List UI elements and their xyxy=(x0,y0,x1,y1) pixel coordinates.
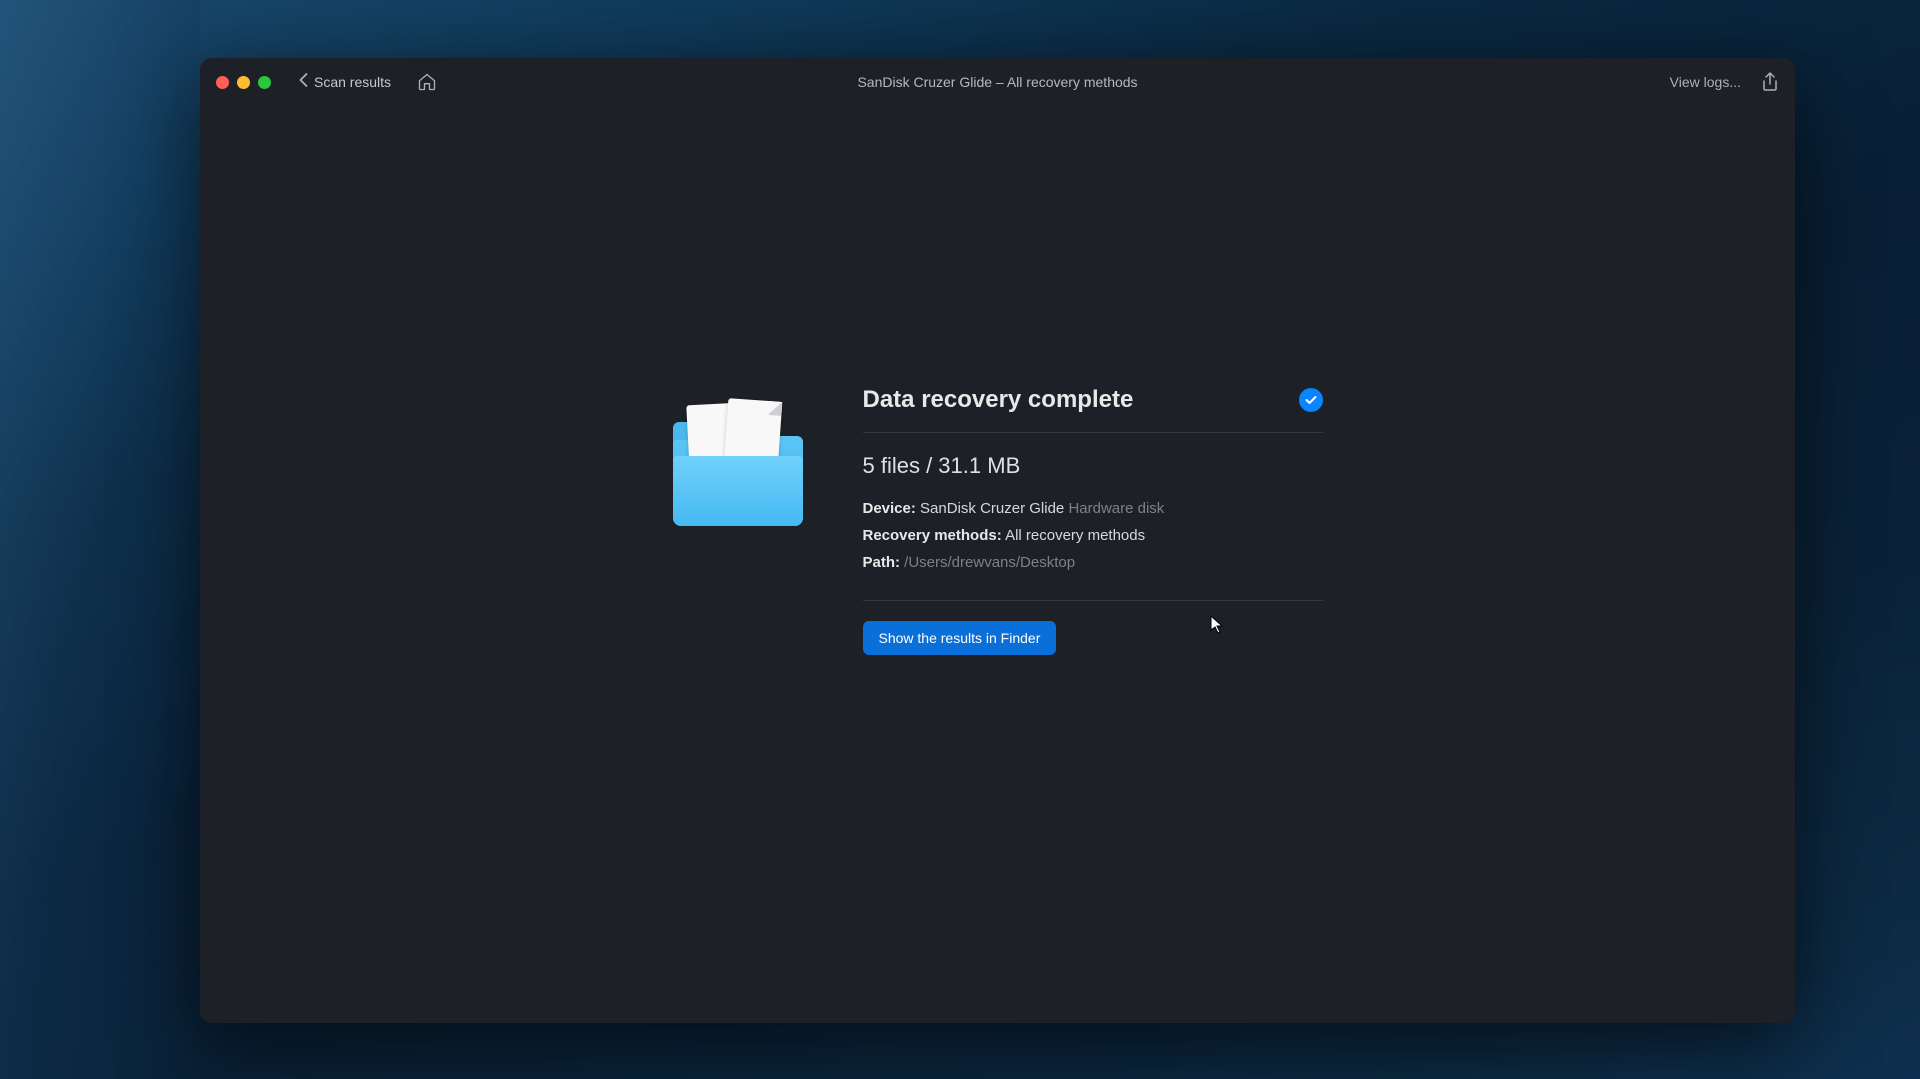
recovery-header: Data recovery complete xyxy=(863,386,1323,433)
path-row: Path: /Users/drewvans/Desktop xyxy=(863,549,1323,576)
share-button[interactable] xyxy=(1761,72,1779,92)
methods-row: Recovery methods: All recovery methods xyxy=(863,522,1323,549)
back-button-label: Scan results xyxy=(314,74,391,90)
title-bar-right: View logs... xyxy=(1670,72,1779,92)
maximize-button[interactable] xyxy=(258,76,271,89)
device-value: SanDisk Cruzer Glide xyxy=(920,500,1064,517)
app-window: Scan results SanDisk Cruzer Glide – All … xyxy=(200,58,1795,1023)
recovery-title: Data recovery complete xyxy=(863,386,1134,414)
recovery-info: Data recovery complete 5 files / 31.1 MB… xyxy=(863,386,1323,655)
device-meta: Hardware disk xyxy=(1068,500,1164,517)
content-area: Data recovery complete 5 files / 31.1 MB… xyxy=(200,106,1795,1023)
device-row: Device: SanDisk Cruzer Glide Hardware di… xyxy=(863,495,1323,522)
window-title: SanDisk Cruzer Glide – All recovery meth… xyxy=(857,74,1137,90)
traffic-lights xyxy=(216,76,271,89)
view-logs-button[interactable]: View logs... xyxy=(1670,74,1741,90)
show-in-finder-button[interactable]: Show the results in Finder xyxy=(863,621,1057,655)
path-value: /Users/drewvans/Desktop xyxy=(904,554,1075,571)
chevron-left-icon xyxy=(299,73,308,92)
checkmark-badge-icon xyxy=(1299,388,1323,412)
file-summary: 5 files / 31.1 MB xyxy=(863,453,1323,479)
folder-documents-icon xyxy=(673,396,803,526)
methods-label: Recovery methods: xyxy=(863,527,1002,544)
methods-value: All recovery methods xyxy=(1005,527,1145,544)
close-button[interactable] xyxy=(216,76,229,89)
action-section: Show the results in Finder xyxy=(863,600,1323,655)
device-label: Device: xyxy=(863,500,916,517)
title-bar: Scan results SanDisk Cruzer Glide – All … xyxy=(200,58,1795,106)
back-button[interactable]: Scan results xyxy=(291,69,399,96)
minimize-button[interactable] xyxy=(237,76,250,89)
path-label: Path: xyxy=(863,554,901,571)
home-button[interactable] xyxy=(417,72,437,92)
recovery-panel: Data recovery complete 5 files / 31.1 MB… xyxy=(673,386,1323,655)
